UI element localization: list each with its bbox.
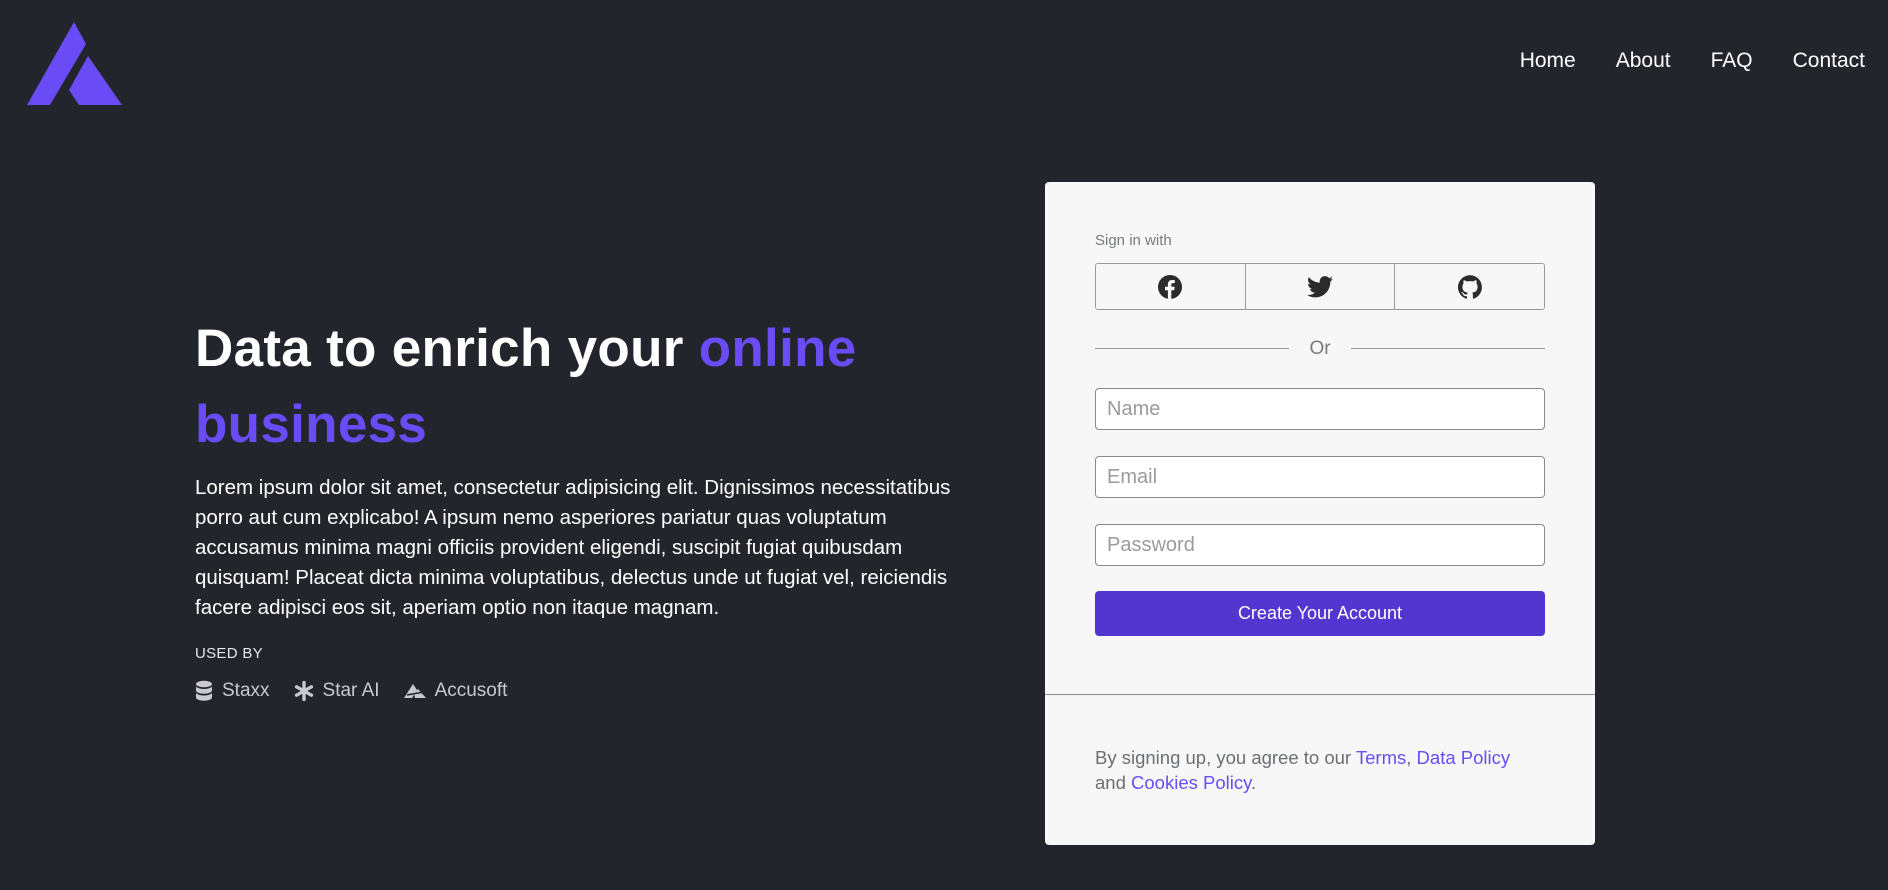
landing-page: Home About FAQ Contact Data to enrich yo… (0, 0, 1888, 890)
terms-link[interactable]: Terms (1356, 747, 1406, 768)
used-by-label: USED BY (195, 645, 263, 662)
password-input[interactable] (1095, 524, 1545, 566)
signin-label: Sign in with (1095, 232, 1172, 249)
facebook-icon (1158, 274, 1183, 299)
used-by-list: Staxx Star AI Accusoft (195, 680, 965, 702)
github-icon (1457, 274, 1482, 299)
nav-about-link[interactable]: About (1616, 49, 1671, 73)
used-by-star-ai-label: Star AI (322, 680, 380, 701)
terms-prefix: By signing up, you agree to our (1095, 747, 1356, 768)
nav-home-link[interactable]: Home (1520, 49, 1576, 73)
create-account-button[interactable]: Create Your Account (1095, 591, 1545, 636)
used-by-accusoft: Accusoft (403, 680, 508, 702)
signup-form: Sign in with Or Name Email Create Your A… (1095, 232, 1546, 636)
twitter-signin-button[interactable] (1244, 264, 1395, 309)
used-by-star-ai: Star AI (294, 680, 380, 702)
email-input[interactable] (1095, 456, 1545, 498)
terms-and: and (1095, 772, 1132, 793)
terms-text: By signing up, you agree to our Terms, D… (1095, 745, 1545, 795)
database-icon (196, 680, 212, 701)
card-divider (1045, 694, 1595, 695)
brand-logo-icon[interactable] (27, 22, 122, 105)
twitter-icon (1307, 275, 1333, 297)
hero-description: Lorem ipsum dolor sit amet, consectetur … (195, 476, 951, 619)
hero-title: Data to enrich your online business (195, 311, 965, 463)
or-divider: Or (1095, 338, 1546, 359)
terms-suffix: . (1250, 772, 1257, 793)
accusoft-icon (403, 684, 426, 698)
main-nav: Home About FAQ Contact (1480, 49, 1865, 73)
divider-text: Or (1309, 338, 1331, 359)
nav-faq-link[interactable]: FAQ (1711, 49, 1753, 73)
social-signin-group (1095, 263, 1545, 310)
divider-line-left (1095, 348, 1290, 349)
nav-contact-link[interactable]: Contact (1793, 49, 1865, 73)
terms-separator: , (1406, 747, 1417, 768)
divider-line-right (1350, 348, 1546, 349)
used-by-accusoft-label: Accusoft (434, 680, 508, 701)
hero-section: Data to enrich your online business Lore… (195, 311, 965, 702)
name-input[interactable] (1095, 388, 1545, 430)
cookies-policy-link[interactable]: Cookies Policy (1131, 772, 1251, 793)
signup-card: Sign in with Or Name Email Create Your A… (1045, 182, 1595, 845)
asterisk-icon (294, 681, 313, 701)
data-policy-link[interactable]: Data Policy (1417, 747, 1511, 768)
used-by-staxx: Staxx (195, 680, 270, 702)
github-signin-button[interactable] (1394, 264, 1544, 309)
hero-title-main: Data to enrich your (195, 319, 699, 378)
used-by-staxx-label: Staxx (222, 680, 270, 701)
facebook-signin-button[interactable] (1096, 264, 1245, 309)
